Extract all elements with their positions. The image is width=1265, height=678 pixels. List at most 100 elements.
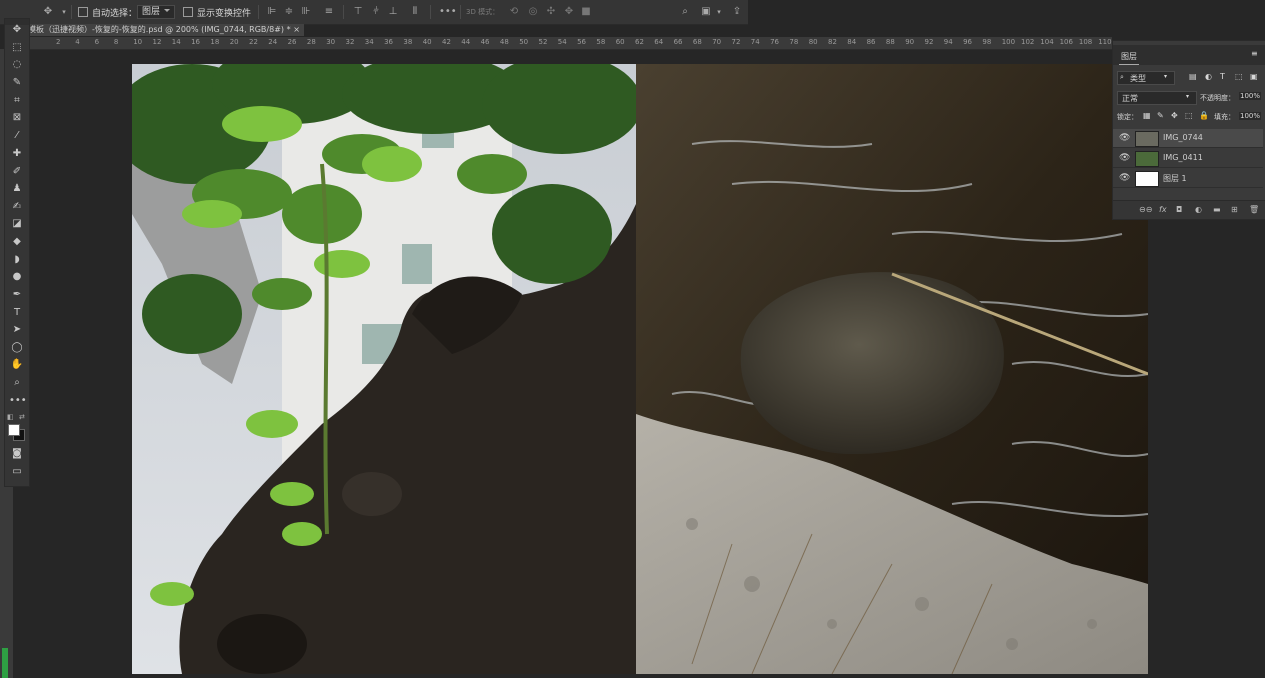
lock-transparent-icon[interactable]: ▦: [1143, 111, 1151, 120]
type-tool-icon[interactable]: T: [9, 306, 25, 320]
crop-tool-icon[interactable]: ⌗: [9, 94, 25, 108]
3d-pan-icon[interactable]: ✣: [545, 6, 557, 18]
document-tab[interactable]: 模板（迅捷视频）-恢复的-恢复的.psd @ 200% (IMG_0744, R…: [22, 24, 304, 36]
new-group-icon[interactable]: ▬: [1213, 205, 1221, 214]
ruler-tick-label: 74: [750, 38, 760, 46]
layer-filter-value: 类型: [1130, 74, 1146, 83]
default-colors-icon[interactable]: ◧: [7, 413, 14, 421]
distribute-horizontal-icon[interactable]: ≡: [323, 6, 335, 18]
move-tool-icon[interactable]: ✥: [9, 23, 25, 37]
share-icon[interactable]: ⇪: [731, 6, 743, 18]
ruler-tick-label: 26: [287, 38, 297, 46]
marquee-tool-icon[interactable]: ⬚: [9, 41, 25, 55]
document-canvas[interactable]: [132, 64, 1148, 674]
delete-layer-icon[interactable]: 🗑: [1249, 205, 1259, 214]
move-tool-icon[interactable]: ✥: [42, 6, 54, 18]
paint-bucket-tool-icon[interactable]: ◆: [9, 235, 25, 249]
path-selection-tool-icon[interactable]: ➤: [9, 323, 25, 337]
align-right-icon[interactable]: ⊪: [300, 6, 312, 18]
layer-filter-dropdown[interactable]: ⌕ 类型 ▾: [1117, 71, 1175, 85]
lock-position-icon[interactable]: ✥: [1171, 111, 1178, 120]
3d-orbit-icon[interactable]: ⟲: [508, 6, 520, 18]
eye-icon[interactable]: 👁: [1119, 173, 1130, 183]
blur-tool-icon[interactable]: ◗: [9, 253, 25, 267]
pen-tool-icon[interactable]: ✒: [9, 288, 25, 302]
ruler-tick-label: 66: [673, 38, 683, 46]
lock-image-icon[interactable]: ✎: [1157, 111, 1164, 120]
ruler-tick-label: 34: [364, 38, 374, 46]
adjustment-layer-icon[interactable]: ◐: [1195, 205, 1202, 214]
tools-panel: ✥ ⬚ ◌ ✎ ⌗ ⊠ ⁄ ✚ ✐ ♟ ✍ ◪ ◆ ◗ ● ✒ T ➤ ◯ ✋ …: [4, 18, 30, 487]
auto-select-target-dropdown[interactable]: 图层: [137, 5, 176, 19]
ruler-tick-label: 104: [1040, 38, 1054, 46]
screen-mode-icon[interactable]: ▭: [9, 465, 25, 479]
3d-slide-icon[interactable]: ✥: [563, 6, 575, 18]
zoom-tool-icon[interactable]: ⌕: [9, 376, 25, 390]
align-top-icon[interactable]: ⊤: [352, 6, 364, 18]
search-icon: ⌕: [1120, 73, 1124, 81]
filter-shape-icon[interactable]: ⬚: [1235, 72, 1243, 81]
checkbox-box[interactable]: [78, 7, 88, 17]
fill-input[interactable]: 100%: [1239, 112, 1262, 120]
search-icon[interactable]: ⌕: [679, 6, 691, 18]
align-hcenter-icon[interactable]: ≑: [283, 6, 295, 18]
layer-row-img-0411[interactable]: 👁 IMG_0411: [1113, 149, 1263, 168]
tool-preset-chevron-icon[interactable]: ▾: [58, 6, 70, 18]
edit-toolbar-icon[interactable]: •••: [9, 394, 27, 408]
align-vcenter-icon[interactable]: ⫩: [370, 6, 382, 18]
distribute-vertical-icon[interactable]: ⦀: [409, 6, 421, 18]
history-brush-tool-icon[interactable]: ✍: [9, 200, 25, 214]
ruler-tick-label: 2: [56, 38, 61, 46]
lock-fill-row: 锁定： ▦ ✎ ✥ ⬚ 🔒 填充： 100%: [1115, 111, 1263, 127]
show-transform-checkbox[interactable]: 显示变换控件: [183, 5, 251, 19]
document-tab-close-icon[interactable]: ×: [293, 24, 300, 36]
new-layer-icon[interactable]: ⊞: [1231, 205, 1238, 214]
quick-select-tool-icon[interactable]: ✎: [9, 76, 25, 90]
lasso-tool-icon[interactable]: ◌: [9, 58, 25, 72]
opacity-input[interactable]: 100%: [1239, 92, 1262, 100]
fx-button[interactable]: fx: [1159, 205, 1167, 214]
lock-artboard-icon[interactable]: ⬚: [1185, 111, 1193, 120]
filter-pixel-icon[interactable]: ▤: [1189, 72, 1197, 81]
ruler-tick-label: 94: [943, 38, 953, 46]
hand-tool-icon[interactable]: ✋: [9, 358, 25, 372]
eraser-tool-icon[interactable]: ◪: [9, 217, 25, 231]
eyedropper-tool-icon[interactable]: ⁄: [9, 129, 25, 143]
eye-icon[interactable]: 👁: [1119, 133, 1130, 143]
panel-menu-icon[interactable]: ≡: [1249, 47, 1260, 60]
link-layers-icon[interactable]: ⊖⊖: [1139, 205, 1152, 214]
ruler-tick-label: 92: [924, 38, 934, 46]
frame-tool-icon[interactable]: ⊠: [9, 111, 25, 125]
checkbox-box[interactable]: [183, 7, 193, 17]
3d-scale-icon[interactable]: ■: [580, 6, 592, 18]
auto-select-checkbox[interactable]: 自动选择：: [78, 5, 137, 19]
align-bottom-icon[interactable]: ⊥: [387, 6, 399, 18]
chevron-down-icon: ▾: [1186, 93, 1190, 100]
layers-panel-tab[interactable]: 图层: [1119, 49, 1139, 65]
brush-tool-icon[interactable]: ✐: [9, 165, 25, 179]
dodge-tool-icon[interactable]: ●: [9, 270, 25, 284]
layer-row-layer-1[interactable]: 👁 图层 1: [1113, 169, 1263, 188]
filter-smart-object-icon[interactable]: ▣: [1250, 72, 1258, 81]
align-left-icon[interactable]: ⊫: [266, 6, 278, 18]
quick-mask-icon[interactable]: ◙: [9, 447, 25, 461]
ruler-tick-label: 76: [770, 38, 780, 46]
filter-type-icon[interactable]: T: [1220, 72, 1225, 81]
horizontal-ruler[interactable]: 2 4 6 8 10 12 14 16 18 20 22 24 26 28 30 32 34 36 38 40 42 44…: [22, 37, 1112, 50]
workspace-icon[interactable]: ▣: [700, 6, 712, 18]
blend-mode-dropdown[interactable]: 正常 ▾: [1117, 91, 1197, 105]
ellipse-tool-icon[interactable]: ◯: [9, 341, 25, 355]
auto-select-target-value[interactable]: 图层: [137, 5, 176, 19]
swap-colors-icon[interactable]: ⇄: [19, 413, 25, 421]
foreground-color-swatch[interactable]: [8, 424, 20, 436]
clone-stamp-tool-icon[interactable]: ♟: [9, 182, 25, 196]
healing-brush-tool-icon[interactable]: ✚: [9, 147, 25, 161]
3d-roll-icon[interactable]: ◎: [527, 6, 539, 18]
add-mask-icon[interactable]: ◘: [1176, 205, 1182, 214]
filter-adjustment-icon[interactable]: ◐: [1205, 72, 1212, 81]
layer-row-img-0744[interactable]: 👁 IMG_0744: [1113, 129, 1263, 148]
lock-all-icon[interactable]: 🔒: [1199, 111, 1209, 120]
workspace-chevron-icon[interactable]: ▾: [713, 6, 725, 18]
eye-icon[interactable]: 👁: [1119, 153, 1130, 163]
more-options-icon[interactable]: •••: [439, 6, 457, 18]
